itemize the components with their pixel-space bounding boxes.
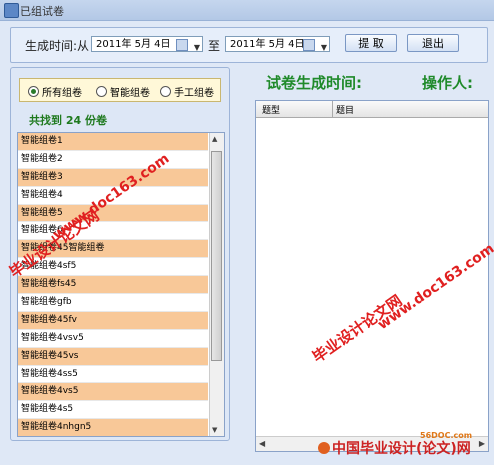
radio-selected-icon — [28, 86, 39, 97]
list-item[interactable]: 智能组卷4ss5 — [18, 365, 208, 384]
chevron-down-icon[interactable]: ▼ — [194, 40, 200, 56]
paper-list-rows: 智能组卷1 智能组卷2 智能组卷3 智能组卷4 智能组卷5 智能组卷6 智能组卷45智能组卷… — [18, 133, 208, 436]
list-item[interactable]: 智能组卷3 — [18, 168, 208, 187]
list-item[interactable]: 智能组卷4vs5 — [18, 383, 208, 402]
operator-heading: 操作人: — [422, 74, 473, 92]
grid-header: 题型 题目 — [256, 101, 488, 118]
radio-icon — [96, 86, 107, 97]
date-to-picker[interactable]: 2011年 5月 4日 ▼ — [225, 36, 330, 52]
footer-logo: 中国毕业设计(论文)网 — [318, 438, 471, 458]
calendar-icon[interactable] — [176, 39, 188, 51]
gen-time-heading: 试卷生成时间: — [266, 74, 362, 92]
exit-button[interactable]: 退出 — [407, 34, 459, 52]
type-filter-group: 所有组卷 智能组卷 手工组卷 — [19, 78, 221, 102]
radio-icon — [160, 86, 171, 97]
found-count: 共找到 24 份卷 — [29, 114, 107, 127]
list-item[interactable]: 智能组卷4vsv5 — [18, 329, 208, 348]
vertical-scrollbar[interactable]: ▲ ▼ — [209, 133, 224, 436]
scroll-thumb[interactable] — [211, 151, 222, 361]
title-bar: 已组试卷 — [0, 0, 494, 21]
globe-icon — [318, 442, 330, 454]
radio-smart[interactable]: 智能组卷 — [96, 84, 150, 99]
app-icon — [4, 3, 19, 18]
date-to-value: 2011年 5月 4日 — [230, 39, 305, 50]
list-item[interactable]: 智能组卷5 — [18, 204, 208, 223]
scroll-up-icon[interactable]: ▲ — [212, 135, 217, 143]
radio-all[interactable]: 所有组卷 — [28, 84, 82, 99]
date-from-value: 2011年 5月 4日 — [96, 39, 171, 50]
list-item[interactable]: 智能组卷45vs — [18, 347, 208, 366]
col-question[interactable]: 题目 — [336, 103, 354, 116]
scroll-right-icon[interactable]: ▶ — [479, 439, 485, 448]
list-item[interactable]: 智能组卷4s5 — [18, 401, 208, 420]
calendar-icon[interactable] — [303, 39, 315, 51]
list-item[interactable]: 智能组卷45fv — [18, 311, 208, 330]
radio-manual[interactable]: 手工组卷 — [160, 84, 214, 99]
col-question-type[interactable]: 题型 — [262, 103, 280, 116]
list-item[interactable]: 智能组卷fs45 — [18, 276, 208, 295]
list-item[interactable]: 智能组卷4nhgn5 — [18, 419, 208, 436]
scroll-left-icon[interactable]: ◀ — [259, 439, 265, 448]
list-item[interactable]: 智能组卷gfb — [18, 294, 208, 312]
window-title: 已组试卷 — [20, 5, 64, 18]
to-label: 至 — [208, 39, 221, 53]
chevron-down-icon[interactable]: ▼ — [321, 40, 327, 56]
list-item[interactable]: 智能组卷1 — [18, 133, 208, 151]
date-filter-bar: 生成时间:从 2011年 5月 4日 ▼ 至 2011年 5月 4日 ▼ 提 取… — [10, 27, 488, 63]
date-from-picker[interactable]: 2011年 5月 4日 ▼ — [91, 36, 203, 52]
extract-button[interactable]: 提 取 — [345, 34, 397, 52]
paper-list[interactable]: 智能组卷1 智能组卷2 智能组卷3 智能组卷4 智能组卷5 智能组卷6 智能组卷45智能组卷… — [17, 132, 225, 437]
scroll-down-icon[interactable]: ▼ — [212, 426, 217, 434]
col-divider[interactable] — [332, 101, 333, 117]
list-item[interactable]: 智能组卷2 — [18, 150, 208, 169]
gen-time-label: 生成时间:从 — [25, 39, 90, 53]
